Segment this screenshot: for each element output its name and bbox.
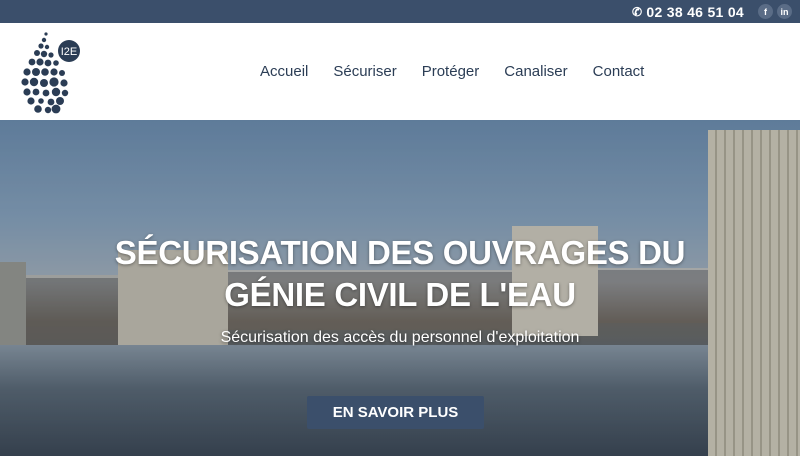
- nav-item-proteger[interactable]: Protéger: [422, 63, 480, 80]
- hero-title: SÉCURISATION DES OUVRAGES DU GÉNIE CIVIL…: [100, 232, 700, 316]
- linkedin-icon[interactable]: in: [777, 4, 792, 19]
- phone-icon: ✆: [632, 4, 643, 19]
- hero-title-line1: SÉCURISATION DES OUVRAGES DU: [114, 234, 686, 271]
- hero-title-line2: GÉNIE CIVIL DE L'EAU: [224, 276, 576, 313]
- site-logo[interactable]: I2E: [18, 29, 84, 117]
- water-drop-logo-icon: I2E: [21, 32, 80, 114]
- en-savoir-plus-button[interactable]: EN SAVOIR PLUS: [307, 396, 484, 429]
- hero-banner: SÉCURISATION DES OUVRAGES DU GÉNIE CIVIL…: [0, 120, 800, 456]
- nav-item-canaliser[interactable]: Canaliser: [504, 63, 567, 80]
- phone-number[interactable]: ✆ 02 38 46 51 04: [632, 4, 744, 20]
- main-nav: Accueil Sécuriser Protéger Canaliser Con…: [260, 23, 669, 120]
- site-header: I2E Accueil Sécuriser Protéger Canaliser…: [0, 23, 800, 120]
- svg-text:I2E: I2E: [61, 46, 78, 58]
- phone-text: 02 38 46 51 04: [646, 3, 744, 20]
- hero-subtitle: Sécurisation des accès du personnel d'ex…: [220, 329, 580, 346]
- facebook-icon[interactable]: f: [758, 4, 773, 19]
- top-bar: ✆ 02 38 46 51 04 f in: [0, 0, 800, 23]
- nav-item-accueil[interactable]: Accueil: [260, 63, 308, 80]
- nav-item-securiser[interactable]: Sécuriser: [333, 63, 396, 80]
- nav-item-contact[interactable]: Contact: [593, 63, 645, 80]
